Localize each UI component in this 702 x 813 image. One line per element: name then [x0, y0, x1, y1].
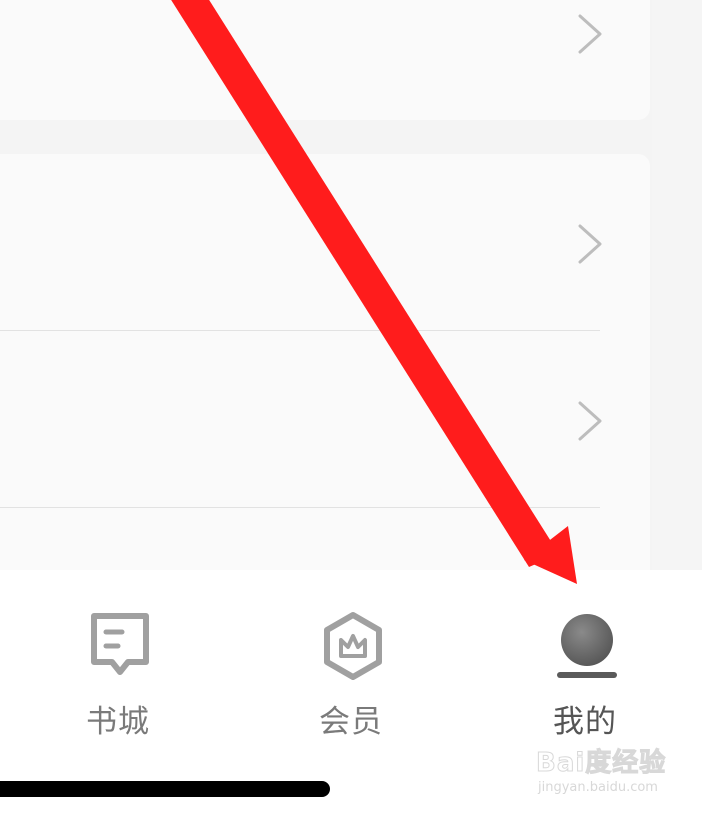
- tab-bookstore-label: 书城: [86, 704, 150, 740]
- tab-bookstore[interactable]: 书城: [48, 610, 188, 740]
- vip-crown-icon: [324, 612, 382, 680]
- watermark-main-text: Bai度经验: [535, 748, 667, 779]
- bookstore-icon: [91, 613, 149, 675]
- settings-row-3[interactable]: [0, 331, 650, 507]
- chevron-right-icon: [578, 14, 602, 54]
- tab-vip[interactable]: 会员: [281, 610, 421, 740]
- settings-row-1[interactable]: [0, 0, 650, 120]
- chevron-right-icon: [578, 224, 602, 264]
- tab-vip-label: 会员: [319, 704, 383, 740]
- tab-mine[interactable]: 我的: [515, 610, 655, 740]
- baidu-jingyan-watermark: Bai度经验 jingyan.baidu.com: [535, 736, 696, 800]
- row-divider: [0, 507, 600, 508]
- profile-avatar-icon: [557, 614, 617, 678]
- tab-mine-label: 我的: [553, 704, 617, 740]
- watermark-url-text: jingyan.baidu.com: [538, 780, 658, 795]
- chevron-right-icon: [578, 401, 602, 441]
- screen: 书城 会员 我的 Bai度经验 jingyan.baidu.com: [0, 0, 702, 813]
- settings-row-2[interactable]: [0, 154, 650, 330]
- right-background-strip: [652, 0, 702, 570]
- home-indicator: [0, 781, 330, 797]
